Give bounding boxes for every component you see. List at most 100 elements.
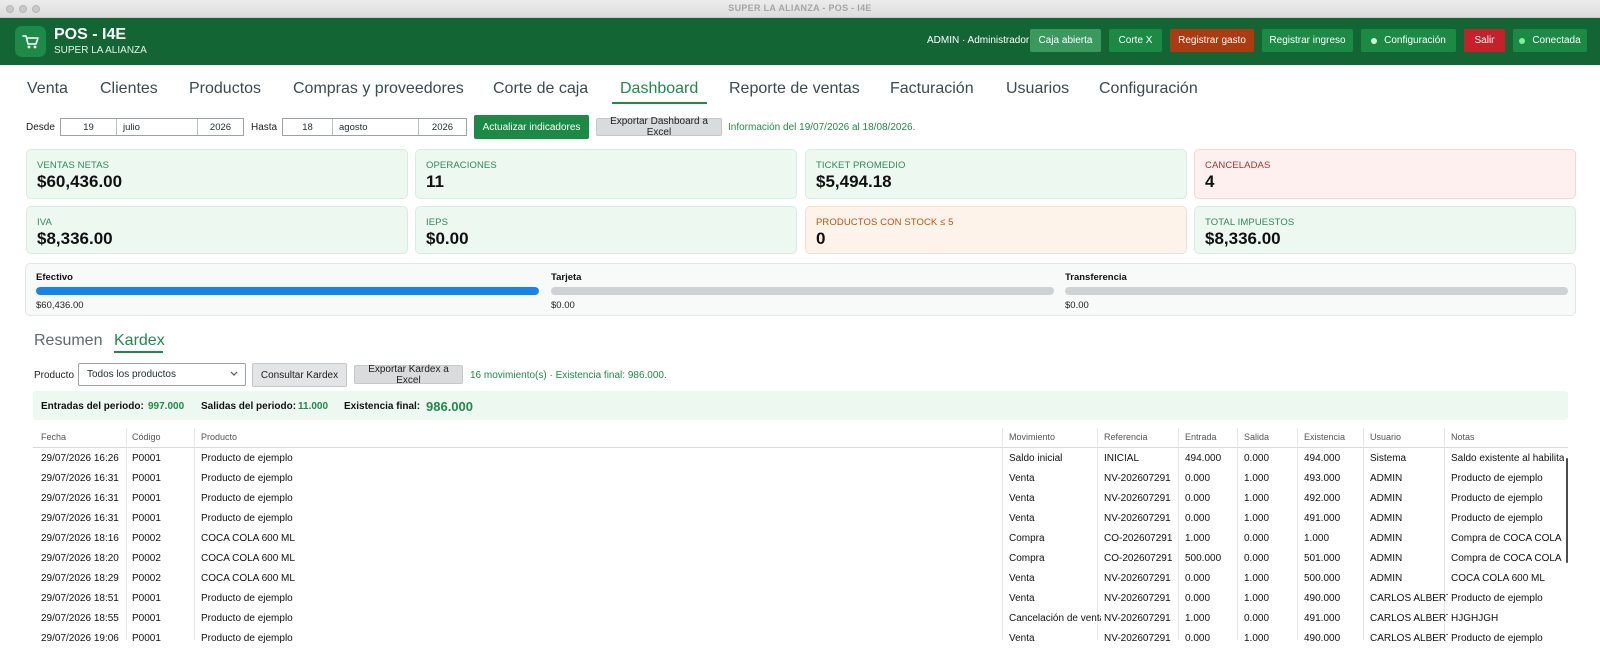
col-referencia[interactable]: Referencia: [1104, 432, 1148, 442]
cell-codigo: P0001: [132, 593, 161, 604]
kpi-total-impuestos: TOTAL IMPUESTOS $8,336.00: [1194, 206, 1576, 254]
corte-x-button[interactable]: Corte X: [1109, 29, 1162, 52]
table-row[interactable]: 29/07/2026 16:26 P0001 Producto de ejemplo…: [33, 448, 1568, 468]
cell-referencia: NV-202607291: [1104, 593, 1171, 604]
table-row[interactable]: 29/07/2026 19:06 P0001 Producto de ejemplo…: [33, 628, 1568, 648]
app-name: POS - I4E: [54, 26, 127, 43]
col-existencia[interactable]: Existencia: [1304, 432, 1345, 442]
kpi-value: $0.00: [426, 229, 469, 248]
tab-productos[interactable]: Productos: [189, 80, 261, 98]
cell-usuario: ADMIN: [1370, 533, 1403, 544]
payment-breakdown: Efectivo $60,436.00 Tarjeta $0.00 Transf…: [25, 263, 1576, 316]
consultar-kardex-button[interactable]: Consultar Kardex: [252, 363, 347, 387]
cell-movimiento: Compra: [1009, 533, 1045, 544]
kpi-ventas-netas: VENTAS NETAS $60,436.00: [26, 149, 408, 199]
table-row[interactable]: 29/07/2026 18:29 P0002 COCA COLA 600 ML Ven…: [33, 568, 1568, 588]
desde-month[interactable]: julio: [117, 119, 198, 135]
salir-button[interactable]: Salir: [1464, 29, 1505, 52]
col-usuario[interactable]: Usuario: [1370, 432, 1401, 442]
caja-abierta-button[interactable]: Caja abierta: [1030, 29, 1101, 52]
cell-fecha: 29/07/2026 18:29: [41, 573, 119, 584]
subtab-resumen[interactable]: Resumen: [34, 332, 102, 350]
cell-salida: 1.000: [1244, 573, 1270, 584]
cell-usuario: CARLOS ALBERTO: [1370, 593, 1448, 604]
kpi-ticket-promedio: TICKET PROMEDIO $5,494.18: [805, 149, 1187, 199]
tab-facturacion[interactable]: Facturación: [890, 80, 974, 98]
cell-referencia: CO-202607291: [1104, 533, 1173, 544]
cell-producto: Producto de ejemplo: [201, 613, 293, 624]
existencia-label: Existencia final:: [344, 401, 421, 412]
col-notas[interactable]: Notas: [1451, 432, 1475, 442]
tab-usuarios[interactable]: Usuarios: [1006, 80, 1069, 98]
payment-efectivo: Efectivo $60,436.00: [36, 272, 539, 311]
kpi-value: 11: [426, 172, 444, 191]
cell-salida: 1.000: [1244, 513, 1270, 524]
producto-select[interactable]: Todos los productos: [78, 363, 246, 386]
cell-movimiento: Venta: [1009, 633, 1035, 644]
subtab-kardex[interactable]: Kardex: [114, 332, 165, 350]
cell-movimiento: Venta: [1009, 473, 1035, 484]
tab-configuracion[interactable]: Configuración: [1099, 80, 1198, 98]
hasta-year[interactable]: 2026: [419, 119, 466, 135]
cell-usuario: CARLOS ALBERTO: [1370, 633, 1448, 644]
cell-codigo: P0002: [132, 533, 161, 544]
cell-notas: Producto de ejemplo: [1451, 633, 1543, 644]
tab-venta[interactable]: Venta: [27, 80, 68, 98]
tab-corte-caja[interactable]: Corte de caja: [493, 80, 588, 98]
col-codigo[interactable]: Código: [132, 432, 161, 442]
cell-salida: 1.000: [1244, 493, 1270, 504]
actualizar-indicadores-button[interactable]: Actualizar indicadores: [474, 115, 589, 139]
cell-fecha: 29/07/2026 18:55: [41, 613, 119, 624]
col-movimiento[interactable]: Movimiento: [1009, 432, 1055, 442]
configuracion-header-button[interactable]: Configuración: [1361, 29, 1456, 52]
kpi-value: $8,336.00: [1205, 229, 1281, 248]
exportar-dashboard-button[interactable]: Exportar Dashboard a Excel: [596, 116, 722, 138]
tab-dashboard[interactable]: Dashboard: [620, 80, 698, 98]
exportar-kardex-button[interactable]: Exportar Kardex a Excel: [354, 364, 463, 386]
cell-notas: Compra de COCA COLA: [1451, 533, 1562, 544]
hasta-day[interactable]: 18: [283, 119, 333, 135]
cell-movimiento: Venta: [1009, 513, 1035, 524]
table-row[interactable]: 29/07/2026 18:55 P0001 Producto de ejemplo…: [33, 608, 1568, 628]
table-row[interactable]: 29/07/2026 18:51 P0001 Producto de ejemplo…: [33, 588, 1568, 608]
payment-name: Efectivo: [36, 272, 73, 283]
payment-amount: $60,436.00: [36, 300, 84, 311]
hasta-month[interactable]: agosto: [333, 119, 419, 135]
registrar-ingreso-button[interactable]: Registrar ingreso: [1262, 29, 1353, 52]
tab-clientes[interactable]: Clientes: [100, 80, 158, 98]
col-producto[interactable]: Producto: [201, 432, 237, 442]
payment-bar: [551, 287, 1054, 295]
table-row[interactable]: 29/07/2026 18:16 P0002 COCA COLA 600 ML Com…: [33, 528, 1568, 548]
cell-referencia: NV-202607291: [1104, 573, 1171, 584]
cell-movimiento: Saldo inicial: [1009, 453, 1063, 464]
table-row[interactable]: 29/07/2026 16:31 P0001 Producto de ejemplo…: [33, 508, 1568, 528]
col-entrada[interactable]: Entrada: [1185, 432, 1217, 442]
cell-producto: Producto de ejemplo: [201, 633, 293, 644]
payment-bar-fill: [36, 287, 539, 295]
cell-notas: Producto de ejemplo: [1451, 513, 1543, 524]
payment-tarjeta: Tarjeta $0.00: [551, 272, 1054, 311]
status-dot-icon: [1371, 37, 1378, 44]
kpi-label: TICKET PROMEDIO: [816, 160, 906, 171]
cell-notas: Producto de ejemplo: [1451, 593, 1543, 604]
cell-usuario: ADMIN: [1370, 553, 1403, 564]
col-salida[interactable]: Salida: [1244, 432, 1269, 442]
col-fecha[interactable]: Fecha: [41, 432, 66, 442]
table-scrollbar[interactable]: [1566, 458, 1568, 563]
table-row[interactable]: 29/07/2026 16:31 P0001 Producto de ejemplo…: [33, 488, 1568, 508]
hasta-date-picker[interactable]: 18 agosto 2026: [282, 118, 467, 136]
desde-date-picker[interactable]: 19 julio 2026: [60, 118, 244, 136]
chevron-down-icon: [229, 368, 239, 383]
table-row[interactable]: 29/07/2026 18:20 P0002 COCA COLA 600 ML Com…: [33, 548, 1568, 568]
current-user: ADMIN · Administrador: [927, 35, 1030, 46]
registrar-gasto-button[interactable]: Registrar gasto: [1170, 29, 1254, 52]
cell-salida: 1.000: [1244, 593, 1270, 604]
tab-compras-proveedores[interactable]: Compras y proveedores: [293, 80, 464, 98]
tab-reporte-ventas[interactable]: Reporte de ventas: [729, 80, 860, 98]
desde-day[interactable]: 19: [61, 119, 117, 135]
desde-year[interactable]: 2026: [198, 119, 243, 135]
payment-name: Tarjeta: [551, 272, 582, 283]
cell-entrada: 0.000: [1185, 473, 1211, 484]
cell-producto: Producto de ejemplo: [201, 473, 293, 484]
table-row[interactable]: 29/07/2026 16:31 P0001 Producto de ejemplo…: [33, 468, 1568, 488]
